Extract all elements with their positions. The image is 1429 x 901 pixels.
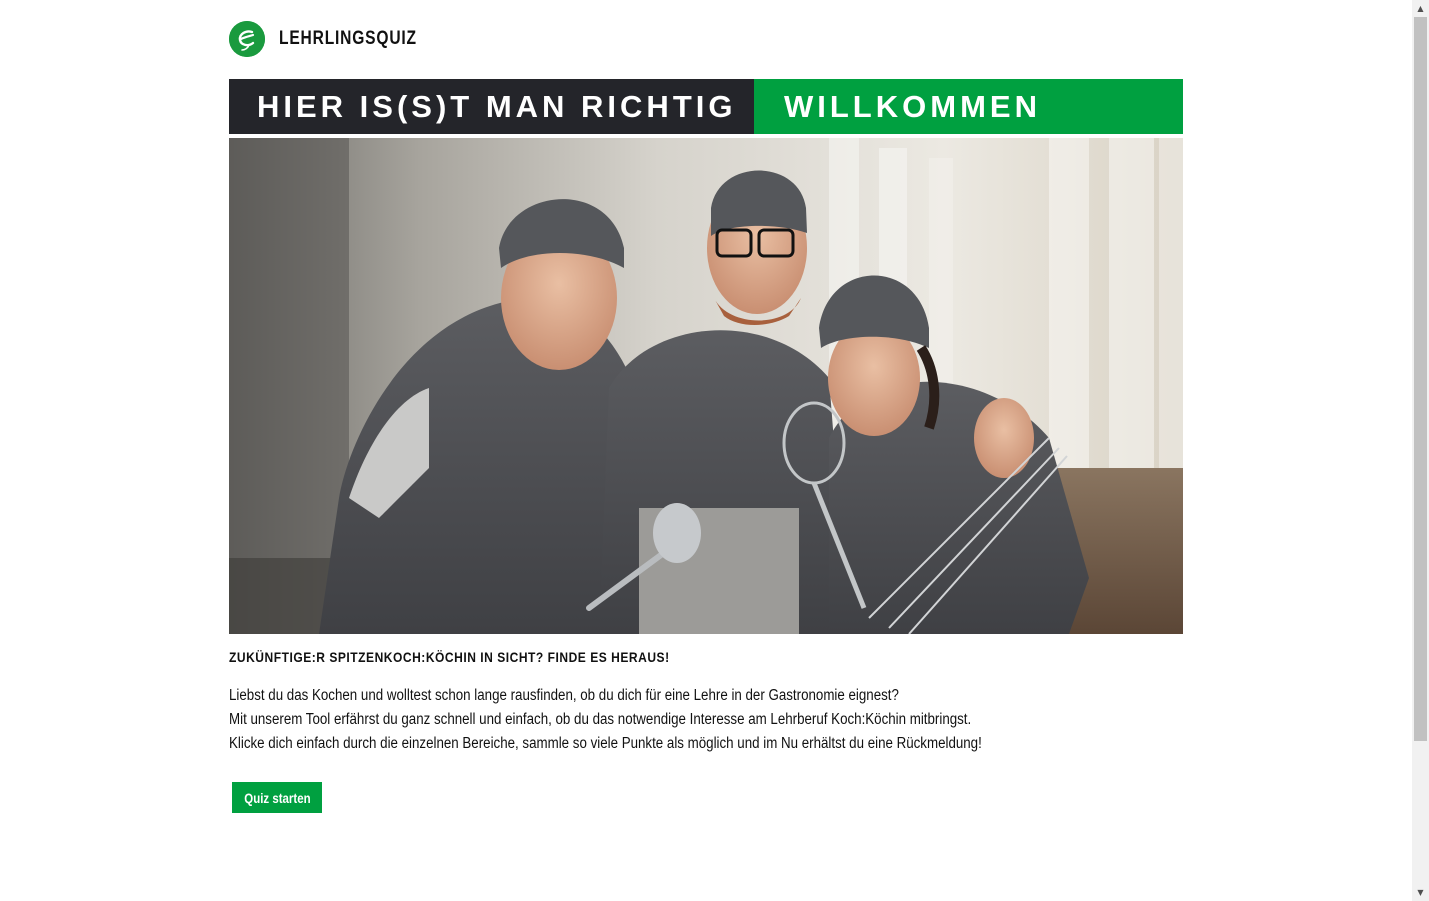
start-quiz-label: Quiz starten [243,789,311,806]
banner-welcome: WILLKOMMEN [754,79,1183,134]
scrollbar-thumb[interactable] [1414,17,1427,741]
hero-image [229,138,1183,634]
banner-slogan: HIER IS(S)T MAN RICHTIG [229,79,754,134]
welcome-banner: HIER IS(S)T MAN RICHTIG WILLKOMMEN [229,79,1183,134]
page: LEHRLINGSQUIZ HIER IS(S)T MAN RICHTIG WI… [0,0,1429,901]
scroll-up-icon[interactable]: ▲ [1412,0,1429,17]
intro-text: Liebst du das Kochen und wolltest schon … [229,684,1189,756]
start-quiz-button[interactable]: Quiz starten [232,782,322,813]
quiz-subtitle: ZUKÜNFTIGE:R SPITZENKOCH:KÖCHIN IN SICHT… [229,649,670,665]
vertical-scrollbar[interactable]: ▲ ▼ [1412,0,1429,901]
scroll-down-icon[interactable]: ▼ [1412,884,1429,901]
site-header: LEHRLINGSQUIZ [229,20,447,58]
eurest-logo-icon[interactable] [229,21,265,57]
intro-paragraph: Mit unserem Tool erfährst du ganz schnel… [229,711,972,728]
chef-team-photo [229,138,1183,634]
intro-paragraph: Klicke dich einfach durch die einzelnen … [229,735,982,752]
intro-paragraph: Liebst du das Kochen und wolltest schon … [229,687,899,704]
site-title[interactable]: LEHRLINGSQUIZ [279,28,417,50]
